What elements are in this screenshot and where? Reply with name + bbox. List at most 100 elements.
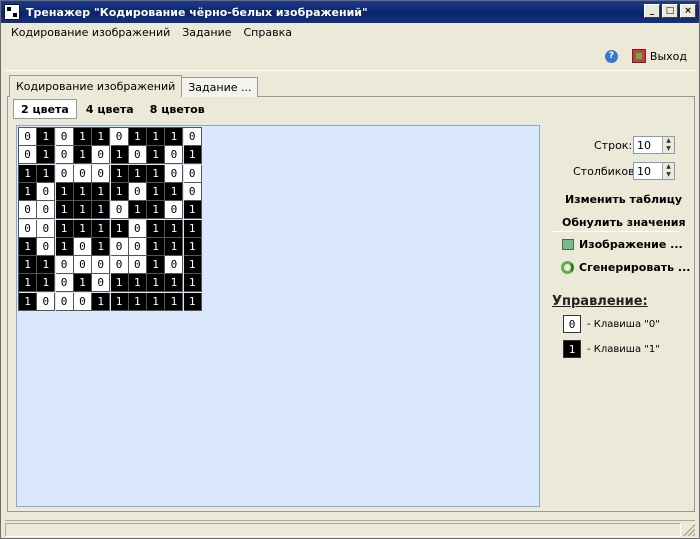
grid-cell[interactable]: 0 [19,128,37,146]
grid-cell[interactable]: 0 [92,164,111,183]
grid-cell[interactable]: 1 [92,182,111,201]
grid-cell[interactable]: 1 [19,182,37,201]
grid-cell[interactable]: 1 [128,164,147,183]
grid-cell[interactable]: 0 [110,256,129,275]
grid-cell[interactable]: 1 [165,274,184,293]
grid-cell[interactable]: 0 [37,292,56,311]
grid-cell[interactable]: 0 [55,292,74,311]
grid-cell[interactable]: 0 [55,128,74,146]
grid-cell[interactable]: 1 [165,128,184,146]
grid-cell[interactable]: 0 [37,182,56,201]
grid-cell[interactable]: 0 [92,274,111,293]
grid-cell[interactable]: 1 [183,256,202,275]
grid-cell[interactable]: 1 [110,146,129,165]
spin-up-icon[interactable]: ▲ [663,137,674,145]
tab-8-colors[interactable]: 8 цветов [143,99,212,119]
grid-cell[interactable]: 1 [128,201,147,220]
grid-cell[interactable]: 0 [183,164,202,183]
grid-cell[interactable]: 1 [147,146,166,165]
menu-image-coding[interactable]: Кодирование изображений [5,26,176,39]
menu-task[interactable]: Задание [176,26,237,39]
grid-cell[interactable]: 0 [73,164,92,183]
grid-cell[interactable]: 1 [183,201,202,220]
grid-cell[interactable]: 0 [183,128,202,146]
grid-cell[interactable]: 1 [73,182,92,201]
grid-cell[interactable]: 1 [183,237,202,256]
grid-cell[interactable]: 1 [37,128,56,146]
grid-cell[interactable]: 1 [110,182,129,201]
grid-cell[interactable]: 0 [183,182,202,201]
grid-cell[interactable]: 0 [128,256,147,275]
menu-help[interactable]: Справка [238,26,298,39]
grid-cell[interactable]: 0 [128,182,147,201]
tab-4-colors[interactable]: 4 цвета [79,99,141,119]
maximize-button[interactable]: □ [662,4,678,18]
grid-cell[interactable]: 0 [19,201,37,220]
grid-cell[interactable]: 0 [92,146,111,165]
grid-cell[interactable]: 1 [92,237,111,256]
pixel-grid[interactable]: 0101101110010101010111000111001011110110… [18,127,202,311]
grid-cell[interactable]: 0 [92,256,111,275]
grid-cell[interactable]: 1 [147,292,166,311]
grid-cell[interactable]: 1 [55,182,74,201]
tab-2-colors[interactable]: 2 цвета [13,99,77,119]
grid-cell[interactable]: 0 [55,256,74,275]
grid-cell[interactable]: 1 [147,237,166,256]
grid-cell[interactable]: 1 [73,274,92,293]
spin-down-icon[interactable]: ▼ [663,145,674,153]
grid-cell[interactable]: 1 [92,292,111,311]
grid-cell[interactable]: 1 [165,182,184,201]
grid-cell[interactable]: 0 [37,219,56,238]
change-table-button[interactable]: Изменить таблицу [565,193,682,206]
grid-cell[interactable]: 1 [165,292,184,311]
grid-cell[interactable]: 0 [110,128,129,146]
grid-cell[interactable]: 1 [128,128,147,146]
grid-cell[interactable]: 1 [110,292,129,311]
grid-cell[interactable]: 0 [37,201,56,220]
grid-cell[interactable]: 1 [73,219,92,238]
grid-cell[interactable]: 1 [147,274,166,293]
grid-cell[interactable]: 1 [92,201,111,220]
grid-cell[interactable]: 1 [183,274,202,293]
grid-cell[interactable]: 0 [19,146,37,165]
grid-cell[interactable]: 1 [110,274,129,293]
grid-cell[interactable]: 1 [73,201,92,220]
grid-cell[interactable]: 1 [110,164,129,183]
grid-cell[interactable]: 1 [37,164,56,183]
grid-cell[interactable]: 0 [110,201,129,220]
grid-cell[interactable]: 0 [165,146,184,165]
grid-cell[interactable]: 1 [147,182,166,201]
grid-cell[interactable]: 0 [128,146,147,165]
close-button[interactable]: × [680,4,696,18]
grid-cell[interactable]: 0 [73,256,92,275]
grid-cell[interactable]: 0 [165,201,184,220]
grid-cell[interactable]: 1 [19,256,37,275]
grid-cell[interactable]: 1 [73,128,92,146]
grid-cell[interactable]: 0 [73,292,92,311]
generate-button[interactable]: Сгенерировать ... [561,261,690,274]
tab-image-coding[interactable]: Кодирование изображений [9,75,183,97]
grid-cell[interactable]: 1 [183,292,202,311]
title-bar[interactable]: Тренажер "Кодирование чёрно-белых изобра… [1,1,699,23]
grid-cell[interactable]: 1 [19,274,37,293]
cols-spinner[interactable]: 10 ▲ ▼ [633,162,675,180]
help-icon[interactable]: ? [604,49,618,63]
grid-cell[interactable]: 1 [110,219,129,238]
grid-cell[interactable]: 0 [37,237,56,256]
grid-cell[interactable]: 1 [128,274,147,293]
grid-cell[interactable]: 1 [19,292,37,311]
grid-cell[interactable]: 0 [128,237,147,256]
grid-cell[interactable]: 0 [165,256,184,275]
grid-cell[interactable]: 0 [73,237,92,256]
rows-spinner[interactable]: 10 ▲ ▼ [633,136,675,154]
grid-cell[interactable]: 0 [55,274,74,293]
grid-cell[interactable]: 1 [92,219,111,238]
grid-cell[interactable]: 1 [19,164,37,183]
grid-cell[interactable]: 1 [165,219,184,238]
grid-cell[interactable]: 1 [55,237,74,256]
grid-cell[interactable]: 1 [19,237,37,256]
grid-cell[interactable]: 1 [55,201,74,220]
grid-cell[interactable]: 1 [147,164,166,183]
grid-cell[interactable]: 0 [128,219,147,238]
grid-cell[interactable]: 1 [128,292,147,311]
